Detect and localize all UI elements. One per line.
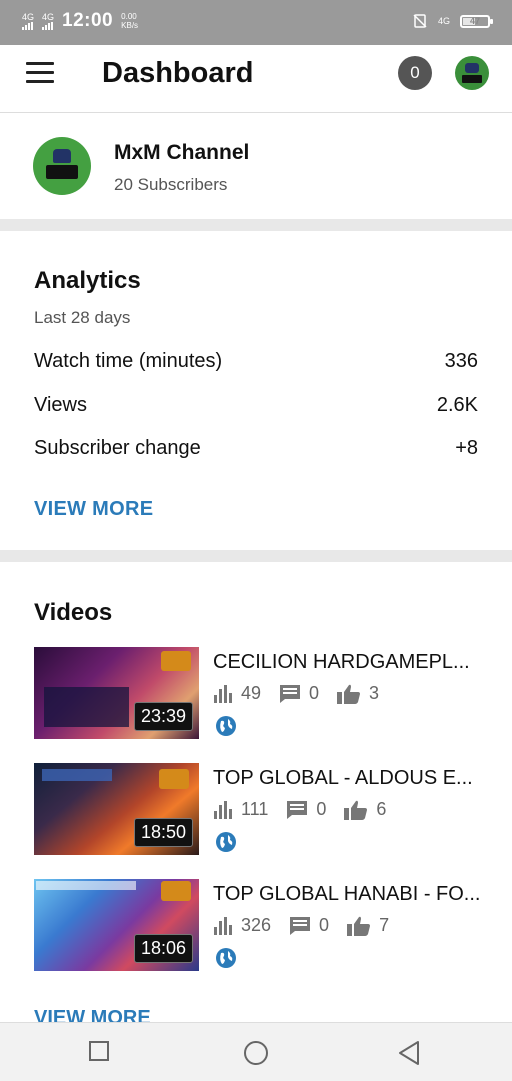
metric-label: Views: [34, 394, 87, 416]
hamburger-menu-icon[interactable]: [26, 62, 54, 84]
video-thumbnail[interactable]: 18:06: [34, 879, 199, 971]
videos-view-more-link[interactable]: VIEW MORE: [34, 1007, 151, 1022]
like-count: 3: [369, 683, 380, 703]
comment-icon: [280, 684, 301, 703]
analytics-heading: Analytics: [34, 267, 141, 294]
video-duration: 18:06: [133, 934, 193, 963]
app-bar: Dashboard 0: [0, 45, 512, 113]
video-stats: 326 0 7: [213, 915, 407, 936]
battery-icon: 47: [460, 14, 493, 28]
network-type-1: 4G: [22, 11, 35, 22]
like-count: 7: [379, 915, 390, 935]
metric-value: 2.6K: [436, 394, 478, 416]
like-count: 6: [376, 799, 387, 819]
thumbs-up-icon: [337, 684, 361, 704]
comment-icon: [290, 916, 311, 935]
video-title: CECILION HARDGAMEPL...: [213, 651, 470, 673]
square-icon[interactable]: [88, 1040, 110, 1062]
metric-label: Watch time (minutes): [34, 350, 223, 372]
clock: 12:00: [62, 10, 114, 31]
notification-count-badge[interactable]: 0: [398, 56, 432, 90]
signal-1: 4G: [22, 11, 35, 30]
view-count: 49: [241, 683, 262, 703]
subscriber-count: 20 Subscribers: [114, 175, 228, 194]
video-item[interactable]: 23:39 CECILION HARDGAMEPL... 49 0 3: [34, 647, 484, 739]
video-item[interactable]: 18:50 TOP GLOBAL - ALDOUS E... 111 0 6: [34, 763, 484, 855]
metric-label: Subscriber change: [34, 437, 201, 459]
view-count: 326: [241, 915, 272, 935]
video-thumbnail[interactable]: 23:39: [34, 647, 199, 739]
bar-chart-icon: [214, 800, 232, 819]
metric-value: 336: [444, 350, 478, 372]
circle-icon[interactable]: [243, 1040, 269, 1066]
bar-chart-icon: [214, 916, 232, 935]
metric-value: +8: [455, 437, 478, 459]
globe-icon: [216, 716, 236, 736]
video-title: TOP GLOBAL - ALDOUS E...: [213, 767, 473, 789]
globe-icon: [216, 832, 236, 852]
globe-icon: [216, 948, 236, 968]
video-duration: 18:50: [133, 818, 193, 847]
no-sim-icon: [413, 14, 427, 28]
analytics-card: Analytics Last 28 days Watch time (minut…: [0, 231, 512, 550]
account-avatar[interactable]: [455, 56, 489, 90]
page-title: Dashboard: [102, 57, 254, 89]
channel-avatar: [33, 137, 91, 195]
signal-bars-icon: [42, 21, 54, 30]
network-type-2: 4G: [42, 11, 55, 22]
bar-chart-icon: [214, 684, 232, 703]
battery-level: 47: [469, 15, 480, 26]
channel-card[interactable]: MxM Channel 20 Subscribers: [0, 113, 512, 219]
network-speed: 0.00 KB/s: [121, 12, 138, 30]
video-stats: 49 0 3: [213, 683, 397, 704]
channel-name: MxM Channel: [114, 141, 250, 164]
triangle-back-icon[interactable]: [397, 1040, 421, 1066]
thumbs-up-icon: [347, 916, 371, 936]
network-type-right: 4G: [437, 16, 450, 26]
analytics-row-views: Views 2.6K: [34, 394, 478, 417]
system-nav-bar: [0, 1022, 512, 1081]
video-title: TOP GLOBAL HANABI - FO...: [213, 883, 481, 905]
speed-unit: KB/s: [121, 21, 139, 30]
videos-heading: Videos: [34, 599, 113, 626]
analytics-row-subscriber-change: Subscriber change +8: [34, 437, 478, 460]
signal-bars-icon: [22, 21, 33, 30]
analytics-period: Last 28 days: [34, 308, 131, 327]
comment-count: 0: [316, 799, 327, 819]
video-stats: 111 0 6: [213, 799, 404, 820]
status-bar: 4G 4G 12:00 0.00 KB/s 4G 47: [0, 0, 512, 45]
comment-count: 0: [309, 683, 320, 703]
view-count: 111: [241, 799, 269, 819]
signal-2: 4G: [42, 11, 55, 30]
videos-card: Videos 23:39 CECILION HARDGAMEPL... 49 0…: [0, 562, 512, 1022]
thumbs-up-icon: [344, 800, 368, 820]
comment-count: 0: [319, 915, 330, 935]
comment-icon: [287, 800, 308, 819]
analytics-row-watch-time: Watch time (minutes) 336: [34, 350, 478, 373]
video-duration: 23:39: [133, 702, 193, 731]
speed-value: 0.00: [121, 12, 137, 21]
analytics-view-more-link[interactable]: VIEW MORE: [34, 498, 153, 521]
video-item[interactable]: 18:06 TOP GLOBAL HANABI - FO... 326 0 7: [34, 879, 484, 971]
video-thumbnail[interactable]: 18:50: [34, 763, 199, 855]
